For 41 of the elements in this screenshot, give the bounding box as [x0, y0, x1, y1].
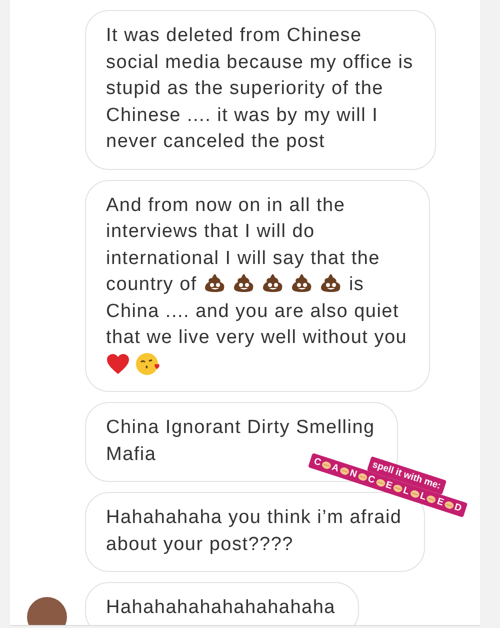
poop-emoji-icon [290, 273, 313, 293]
clap-icon [425, 494, 438, 506]
message-text: that we live very well without you [106, 327, 408, 348]
message-text: stupid as the superiority of the [106, 78, 384, 99]
sticker-letter: C [312, 456, 322, 469]
message-text: country of [106, 274, 197, 295]
sticker-letter: N [348, 468, 358, 480]
poop-emoji-icon [232, 273, 255, 293]
message-text: Mafia [106, 444, 156, 464]
kissing-face-emoji-icon [136, 352, 162, 376]
clap-icon [338, 465, 350, 477]
poop-emoji-icon [320, 273, 342, 293]
message-text: Hahahahaha you think i’m afraid [106, 507, 402, 528]
clap-icon [442, 499, 456, 511]
message-text: Hahahahahahahahahaha [106, 597, 336, 618]
sticker-letter: E [436, 496, 445, 508]
message-text: interviews that I will do [106, 221, 315, 242]
sticker-letter: L [402, 485, 411, 498]
sticker-letter: A [330, 462, 340, 474]
message-text: Chinese .... it was by my will I [106, 104, 378, 126]
message-text: is [348, 274, 364, 295]
message-text: never canceled the post [106, 131, 325, 152]
clap-icon [374, 476, 386, 489]
avatar[interactable] [27, 597, 67, 625]
clap-icon [320, 459, 333, 472]
heart-emoji-icon [106, 352, 130, 374]
message-text: about your post???? [106, 534, 294, 554]
sticker-letter: C [366, 474, 376, 486]
poop-emoji-icon [262, 273, 284, 293]
message-text: It was deleted from Chinese [106, 25, 362, 46]
message-text: international I will say that the [106, 248, 380, 268]
message-text: China Ignorant Dirty Smelling [106, 417, 375, 438]
clap-icon [356, 471, 368, 483]
poop-emoji-icon [204, 273, 226, 293]
sticker-letter: D [453, 502, 463, 514]
clap-icon [392, 482, 404, 494]
message-text: China .... and you are also quiet [106, 300, 400, 322]
message-text: social media because my office is [106, 52, 414, 72]
sticker-letter: E [384, 479, 394, 492]
clap-icon [408, 488, 421, 500]
message-text: And from now on in all the [106, 194, 346, 216]
